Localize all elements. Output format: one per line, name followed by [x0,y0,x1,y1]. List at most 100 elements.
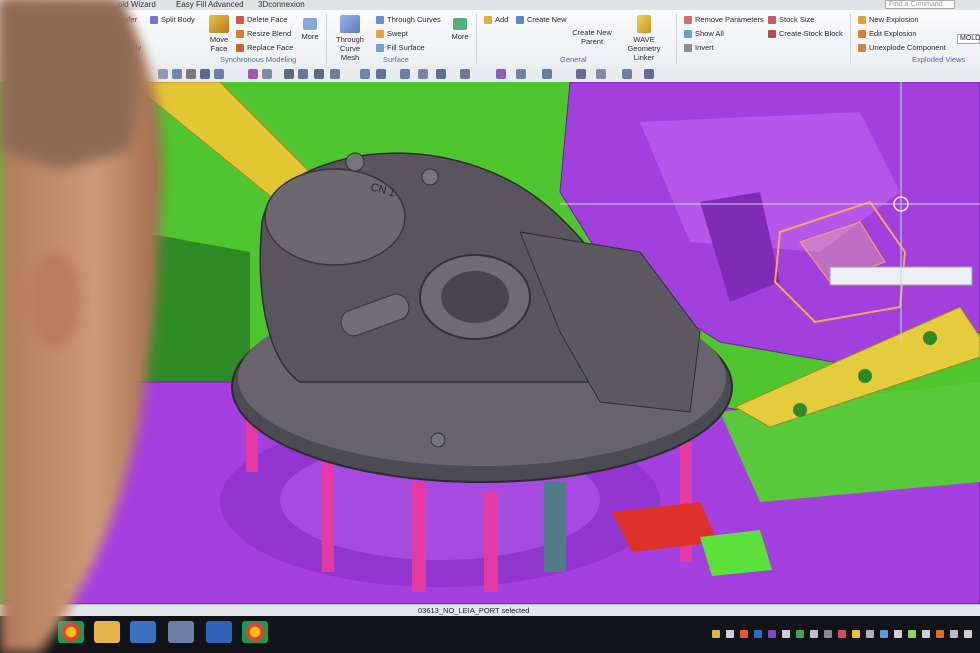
graphics-viewport[interactable]: CN 1 [0,82,980,604]
view-toolbar [0,67,980,83]
section-icon[interactable] [542,69,552,79]
add-button[interactable]: Add [484,15,508,25]
tray-icon[interactable] [936,630,944,638]
rail-hole [858,369,872,383]
stock-size-label: Stock Size [779,15,815,24]
tray-icon[interactable] [950,630,958,638]
menu-easy-fill[interactable]: Easy Fill Advanced [176,0,244,9]
group-general: General [560,55,587,64]
invert-button[interactable]: Invert [684,43,714,53]
menu-mold-wizard[interactable]: old Wizard [118,0,156,9]
show-all-label: Show All [695,29,724,38]
unexplode-component-button[interactable]: Unexplode Component [858,43,946,53]
tray-icon[interactable] [810,630,818,638]
layer-icon[interactable] [576,69,586,79]
delete-face-label: Delete Face [247,15,288,24]
files-icon[interactable] [94,621,120,643]
move-face-icon [209,15,229,33]
tray-icon[interactable] [782,630,790,638]
replace-face-label: Replace Face [247,43,294,52]
split-body-button[interactable]: Split Body [150,15,195,25]
create-new-icon [516,16,524,25]
tray-icon[interactable] [768,630,776,638]
command-finder-input[interactable]: Find a Command [885,0,955,9]
shaded-icon[interactable] [496,69,506,79]
resize-blend-button[interactable]: Resize Blend [236,29,292,39]
zoom-icon[interactable] [360,69,370,79]
move-face-button[interactable]: Move Face [205,15,233,53]
tray-icon[interactable] [838,630,846,638]
body-button[interactable]: Body [124,43,141,52]
orient-icon[interactable] [436,69,446,79]
wave-linker-label: WAVE Geometry Linker [627,35,661,62]
nx-icon[interactable] [206,621,232,643]
select-filter-icon[interactable] [158,69,168,79]
create-new-button[interactable]: Create New [516,15,567,25]
rail-hole [793,403,807,417]
tray-icon[interactable] [712,630,720,638]
tray-icon[interactable] [908,630,916,638]
more-surface-button[interactable]: More [448,18,472,41]
edit-explosion-button[interactable]: Edit Explosion [858,29,917,39]
ribbon: mfer Body Split Body Move Face Delete Fa… [0,10,980,68]
through-curve-mesh-button[interactable]: Through Curve Mesh [330,15,370,62]
through-curves-button[interactable]: Through Curves [376,15,441,25]
circle-snap-icon[interactable] [284,69,294,79]
fill-surface-button[interactable]: Fill Surface [376,43,425,53]
tray-icon[interactable] [852,630,860,638]
slash-icon[interactable] [330,69,340,79]
fill-surface-icon [376,44,384,53]
snap-icon[interactable] [186,69,196,79]
molding-field[interactable]: MOLD [957,34,980,44]
edges-icon[interactable] [516,69,526,79]
tray-icon[interactable] [754,630,762,638]
tray-icon[interactable] [866,630,874,638]
resize-blend-label: Resize Blend [247,29,292,38]
wcs-icon[interactable] [644,69,654,79]
split-body-label: Split Body [161,15,195,24]
analysis-icon[interactable] [622,69,632,79]
chrome-icon[interactable] [58,621,84,643]
wave-geometry-linker-button[interactable]: WAVE Geometry Linker [618,15,670,62]
tray-icon[interactable] [796,630,804,638]
delete-face-button[interactable]: Delete Face [236,15,288,25]
tray-icon[interactable] [894,630,902,638]
more-modeling-button[interactable]: More [298,18,322,41]
menu-3dconnexion[interactable]: 3Dconnexion [258,0,305,9]
fit-icon[interactable] [376,69,386,79]
swept-button[interactable]: Swept [376,29,408,39]
show-all-icon [684,30,692,39]
remove-parameters-button[interactable]: Remove Parameters [684,15,764,25]
line-icon[interactable] [200,69,210,79]
group-exploded-views: Exploded Views [912,55,966,64]
pan-icon[interactable] [400,69,410,79]
create-new-parent-button[interactable]: Create New Parent [570,28,614,46]
tray-icon[interactable] [964,630,972,638]
app-icon[interactable] [168,621,194,643]
more-icon [303,18,317,30]
settings-icon[interactable] [130,621,156,643]
chrome-icon[interactable] [242,621,268,643]
replace-face-button[interactable]: Replace Face [236,43,294,53]
arc-icon[interactable] [214,69,224,79]
tray-icon[interactable] [726,630,734,638]
render-style-icon[interactable] [460,69,470,79]
new-explosion-button[interactable]: New Explosion [858,15,919,25]
stock-size-button[interactable]: Stock Size [768,15,815,25]
rotate-icon[interactable] [418,69,428,79]
plus-icon[interactable] [314,69,324,79]
curve-icon[interactable] [248,69,258,79]
tray-icon[interactable] [824,630,832,638]
chamfer-button[interactable]: mfer [122,15,137,24]
tray-icon[interactable] [880,630,888,638]
create-stock-block-button[interactable]: Create Stock Block [768,29,843,39]
invert-label: Invert [695,43,714,52]
cube-view-icon[interactable] [172,69,182,79]
show-all-button[interactable]: Show All [684,29,724,39]
tray-icon[interactable] [740,630,748,638]
point-icon[interactable] [262,69,272,79]
measure-icon[interactable] [596,69,606,79]
tray-icon[interactable] [922,630,930,638]
part-cylinder-left [264,168,406,266]
center-icon[interactable] [298,69,308,79]
